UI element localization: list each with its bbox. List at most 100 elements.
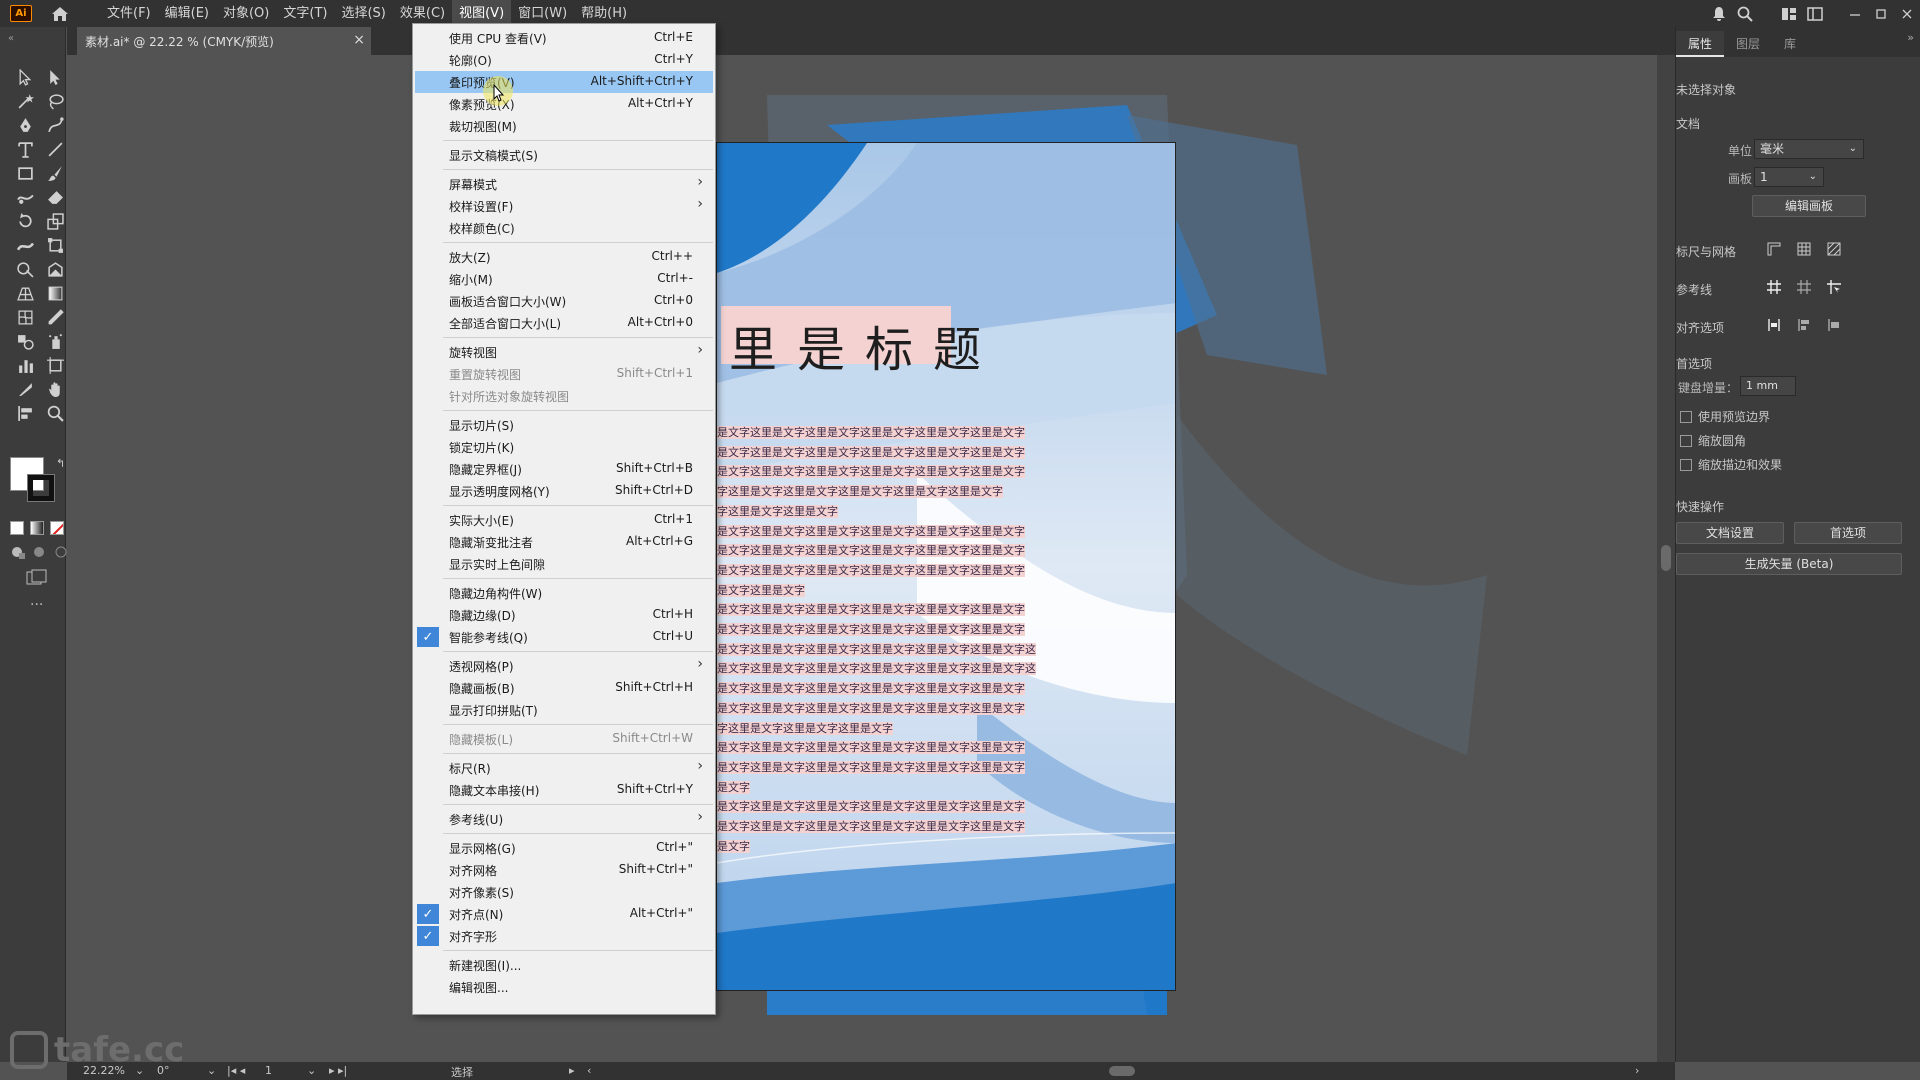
view-menu-item[interactable]: 隐藏文本串接(H) Shift+Ctrl+Y: [415, 779, 713, 801]
first-artboard-icon[interactable]: |◂ ◂: [227, 1064, 245, 1077]
view-menu-item[interactable]: 显示实时上色间隙: [415, 553, 713, 575]
magic-wand-tool-icon[interactable]: [10, 89, 40, 113]
document-setup-button[interactable]: 文档设置: [1676, 522, 1784, 544]
shaper-tool-icon[interactable]: [10, 185, 40, 209]
canvas[interactable]: 里是标题 是文字这里是文字这里是文字这里是文字这里是文字这里是文字 是文字这里是文…: [67, 55, 1657, 1062]
checkbox-box[interactable]: [1680, 458, 1692, 471]
view-menu-item[interactable]: 新建视图(I)...: [415, 954, 713, 976]
width-tool-icon[interactable]: [10, 233, 40, 257]
view-menu-item[interactable]: 缩小(M) Ctrl+-: [415, 268, 713, 290]
curvature-tool-icon[interactable]: [40, 113, 70, 137]
screen-mode-icon[interactable]: [26, 569, 48, 591]
view-menu-item[interactable]: ✓ 智能参考线(Q) Ctrl+U: [415, 626, 713, 648]
document-tab[interactable]: 素材.ai* @ 22.22 % (CMYK/预览) ×: [77, 27, 371, 55]
view-menu-item[interactable]: 对齐像素(S): [415, 881, 713, 903]
snap-to-pixel-icon[interactable]: [1822, 314, 1846, 336]
rectangle-tool-icon[interactable]: [10, 161, 40, 185]
show-guides-icon[interactable]: [1762, 276, 1786, 298]
view-menu-item[interactable]: 隐藏画板(B) Shift+Ctrl+H: [415, 677, 713, 699]
view-menu-item[interactable]: 编辑视图...: [415, 976, 713, 998]
transparency-grid-icon[interactable]: [1822, 238, 1846, 260]
view-menu-item[interactable]: 像素预览(X) Alt+Ctrl+Y: [415, 93, 713, 115]
gradient-tool-icon[interactable]: [40, 281, 70, 305]
blend-tool-icon[interactable]: [10, 329, 40, 353]
vertical-scroll-thumb[interactable]: [1661, 545, 1671, 571]
color-mode-icon[interactable]: [10, 521, 24, 535]
view-menu-item[interactable]: 实际大小(E) Ctrl+1: [415, 509, 713, 531]
eraser-tool-icon[interactable]: [40, 185, 70, 209]
symbol-sprayer-tool-icon[interactable]: [40, 329, 70, 353]
horizontal-scroll-thumb[interactable]: [1109, 1066, 1135, 1076]
swap-fill-stroke-icon[interactable]: ↰: [56, 457, 65, 470]
scale-corners-checkbox[interactable]: 缩放圆角: [1680, 432, 1746, 449]
generate-vector-button[interactable]: 生成矢量 (Beta): [1676, 553, 1902, 575]
menu-file[interactable]: 文件(F): [100, 0, 158, 27]
scale-tool-icon[interactable]: [40, 209, 70, 233]
scroll-left-icon[interactable]: ‹: [587, 1064, 591, 1077]
unit-select[interactable]: 毫米 ⌄: [1754, 139, 1864, 159]
preferences-button[interactable]: 首选项: [1794, 522, 1902, 544]
artboard-number[interactable]: 1: [265, 1064, 272, 1077]
grid-icon[interactable]: [1792, 238, 1816, 260]
view-menu-item[interactable]: 参考线(U) ›: [415, 808, 713, 830]
lock-guides-icon[interactable]: [1792, 276, 1816, 298]
view-menu-item[interactable]: 放大(Z) Ctrl++: [415, 246, 713, 268]
view-menu-item[interactable]: 锁定切片(K): [415, 436, 713, 458]
view-menu-item[interactable]: 显示透明度网格(Y) Shift+Ctrl+D: [415, 480, 713, 502]
view-menu-item[interactable]: ✓ 对齐字形: [415, 925, 713, 947]
snap-to-glyph-icon[interactable]: [1792, 314, 1816, 336]
tab-libraries[interactable]: 库: [1772, 31, 1808, 57]
scroll-right-icon[interactable]: ›: [1635, 1064, 1639, 1077]
status-menu-arrow-icon[interactable]: ▸: [569, 1064, 575, 1077]
view-menu-item[interactable]: 显示文稿模式(S): [415, 144, 713, 166]
edit-artboard-button[interactable]: 编辑画板: [1752, 195, 1866, 217]
collapse-toolbar-icon[interactable]: «: [8, 33, 14, 44]
mesh-tool-icon[interactable]: [10, 305, 40, 329]
view-menu-item[interactable]: 隐藏边缘(D) Ctrl+H: [415, 604, 713, 626]
scale-strokes-checkbox[interactable]: 缩放描边和效果: [1680, 456, 1782, 473]
vertical-scrollbar[interactable]: [1657, 55, 1675, 1062]
smart-guides-icon[interactable]: [1822, 276, 1846, 298]
view-menu-item[interactable]: 标尺(R) ›: [415, 757, 713, 779]
eyedropper-tool-icon[interactable]: [40, 305, 70, 329]
column-graph-tool-icon[interactable]: [10, 353, 40, 377]
selection-tool-icon[interactable]: [10, 65, 40, 89]
view-menu-item[interactable]: 透视网格(P) ›: [415, 655, 713, 677]
panel-collapse-icon[interactable]: »: [1907, 31, 1914, 44]
snap-to-point-icon[interactable]: [1762, 314, 1786, 336]
use-preview-bounds-checkbox[interactable]: 使用预览边界: [1680, 408, 1770, 425]
more-tools-icon[interactable]: ···: [30, 597, 43, 613]
close-tab-icon[interactable]: ×: [353, 32, 365, 48]
next-artboard-icon[interactable]: ▸ ▸|: [329, 1064, 347, 1077]
chevron-down-icon[interactable]: ⌄: [307, 1064, 316, 1077]
view-menu-item[interactable]: ✓ 对齐点(N) Alt+Ctrl+": [415, 903, 713, 925]
align-tool-icon[interactable]: [10, 401, 40, 425]
zoom-tool-icon[interactable]: [40, 401, 70, 425]
type-tool-icon[interactable]: [10, 137, 40, 161]
view-menu-item[interactable]: 使用 CPU 查看(V) Ctrl+E: [415, 27, 713, 49]
direct-selection-tool-icon[interactable]: [40, 65, 70, 89]
view-menu-item[interactable]: 隐藏渐变批注者 Alt+Ctrl+G: [415, 531, 713, 553]
stroke-swatch[interactable]: [27, 474, 55, 502]
slice-tool-icon[interactable]: [10, 377, 40, 401]
view-menu-item[interactable]: 轮廓(O) Ctrl+Y: [415, 49, 713, 71]
ruler-icon[interactable]: [1762, 238, 1786, 260]
artboard-body-text[interactable]: 是文字这里是文字这里是文字这里是文字这里是文字这里是文字 是文字这里是文字这里是文…: [717, 423, 1037, 856]
view-menu-item[interactable]: 画板适合窗口大小(W) Ctrl+0: [415, 290, 713, 312]
artboard-title[interactable]: 里是标题: [729, 310, 1001, 380]
arrange-documents-icon[interactable]: [1802, 0, 1828, 27]
view-menu-item[interactable]: 显示打印拼贴(T): [415, 699, 713, 721]
pen-tool-icon[interactable]: [10, 113, 40, 137]
tab-layers[interactable]: 图层: [1724, 31, 1772, 57]
workspace-switcher-icon[interactable]: [1776, 0, 1802, 27]
line-segment-tool-icon[interactable]: [40, 137, 70, 161]
draw-behind-icon[interactable]: [32, 545, 48, 559]
chevron-down-icon[interactable]: ⌄: [207, 1064, 216, 1077]
perspective-grid-tool-icon[interactable]: [10, 281, 40, 305]
view-menu-item[interactable]: 对齐网格 Shift+Ctrl+": [415, 859, 713, 881]
view-menu-item[interactable]: 叠印预览(V) Alt+Shift+Ctrl+Y: [415, 71, 713, 93]
checkbox-box[interactable]: [1680, 434, 1692, 447]
view-menu-item[interactable]: 全部适合窗口大小(L) Alt+Ctrl+0: [415, 312, 713, 334]
view-menu-item[interactable]: 旋转视图 ›: [415, 341, 713, 363]
none-mode-icon[interactable]: [50, 521, 64, 535]
